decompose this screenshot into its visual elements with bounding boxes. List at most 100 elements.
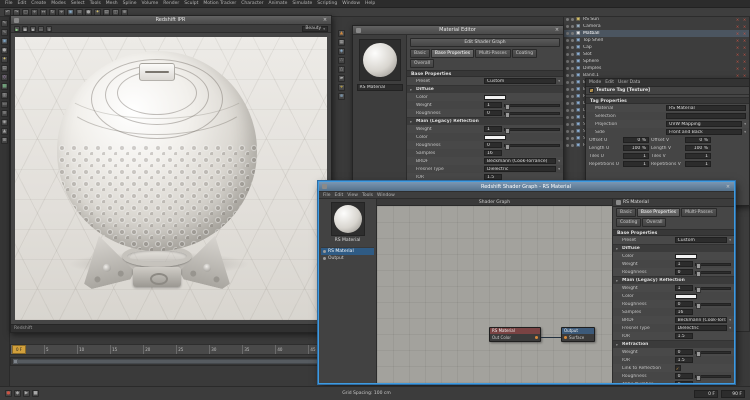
property-row[interactable]: ▾ Fresnel Type Dielectric Dielectric ▾ — [407, 165, 563, 173]
phong-tag-icon[interactable]: × — [742, 66, 747, 71]
value-field[interactable]: 0 — [674, 373, 693, 379]
value-field[interactable]: 1 — [685, 161, 711, 167]
texture-tag-icon[interactable]: × — [735, 31, 740, 36]
slider-track[interactable] — [504, 127, 560, 134]
menu-item[interactable]: User Data — [618, 80, 640, 85]
play-icon[interactable]: ▶ — [23, 390, 30, 397]
editor-visibility-dot[interactable] — [566, 130, 569, 133]
cube-icon[interactable]: ▣ — [1, 38, 8, 45]
character-icon[interactable]: ▲ — [1, 128, 8, 135]
material-editor-titlebar[interactable]: Material Editor × — [353, 26, 563, 35]
close-icon[interactable]: × — [322, 17, 328, 23]
property-row[interactable]: ▾ Abbe Number 0 0 ▾ — [613, 380, 734, 383]
value-field[interactable]: Dielectric — [674, 325, 728, 331]
property-row[interactable]: ▾ Roughness 0 0 ▾ — [407, 109, 563, 118]
slider-track[interactable] — [504, 143, 560, 150]
points-mode-icon[interactable]: ∴ — [338, 57, 345, 64]
value-field[interactable]: Custom — [484, 78, 557, 84]
value-field[interactable]: 1 — [623, 161, 649, 167]
object-row[interactable]: ▣ Sphere × × — [564, 58, 749, 65]
menu-item[interactable]: Animate — [268, 1, 287, 6]
menu-item[interactable]: Create — [31, 1, 46, 6]
menu-item[interactable]: Modes — [51, 1, 66, 6]
property-row[interactable]: ▾ Weight 1 1 ▾ — [407, 101, 563, 110]
menu-item[interactable]: Scripting — [317, 1, 337, 6]
object-row[interactable]: ▣ Dimples × × — [564, 65, 749, 72]
field-icon[interactable]: ▭ — [1, 101, 8, 108]
color-swatch[interactable] — [484, 134, 506, 140]
slider-track[interactable] — [504, 103, 560, 110]
material-preview[interactable] — [330, 202, 365, 236]
property-row[interactable]: ▾ Roughness 0 0 ▾ — [613, 268, 734, 277]
material-tab[interactable]: Overall — [410, 59, 435, 68]
edit-shader-graph-button[interactable]: Edit Shader Graph — [410, 38, 560, 47]
render-canvas[interactable] — [15, 37, 327, 320]
node-list-item[interactable]: RS Material — [321, 248, 374, 255]
property-row[interactable]: ▾ Roughness 0 0 ▾ — [613, 372, 734, 381]
group-expand-icon[interactable]: ▾ — [616, 247, 620, 251]
start-ipr-icon[interactable]: ▶ — [14, 25, 20, 32]
menu-item[interactable]: Tools — [362, 193, 373, 198]
editor-visibility-dot[interactable] — [566, 116, 569, 119]
property-row[interactable]: ▾ Roughness 0 0 ▾ — [613, 300, 734, 309]
object-row[interactable]: ▣ Top Shell × × — [564, 37, 749, 44]
value-field[interactable]: 1.5 — [674, 357, 693, 363]
property-row[interactable]: ▾ Weight 0 0 ▾ — [613, 348, 734, 357]
texture-tag-icon[interactable]: × — [735, 52, 740, 57]
menu-item[interactable]: File — [323, 193, 331, 198]
phong-tag-icon[interactable]: × — [742, 59, 747, 64]
texture-tag-icon[interactable]: × — [735, 45, 740, 50]
node-tab[interactable]: Overall — [642, 218, 667, 227]
render-visibility-dot[interactable] — [571, 67, 574, 70]
pen-icon[interactable]: ✎ — [1, 20, 8, 27]
property-row[interactable]: ▾ Color ▾ — [407, 133, 563, 141]
property-row[interactable]: ▾ Link to Reflection ✓ ✓ ▾ — [613, 364, 734, 372]
editor-visibility-dot[interactable] — [566, 81, 569, 84]
property-row[interactable]: ▾ Color ▾ — [407, 93, 563, 101]
workplane-icon[interactable]: ◈ — [338, 48, 345, 55]
node-rs-material[interactable]: RS Material Out Color — [489, 327, 541, 342]
output-port[interactable] — [535, 336, 538, 339]
editor-visibility-dot[interactable] — [566, 25, 569, 28]
slider-track[interactable] — [694, 262, 731, 269]
render-visibility-dot[interactable] — [571, 123, 574, 126]
value-field[interactable]: 1 — [623, 153, 649, 159]
property-row[interactable]: ▾ Samples 16 16 ▾ — [407, 149, 563, 157]
section-header[interactable]: Base Properties — [407, 70, 563, 77]
object-row[interactable]: ▣ RS Sun × × — [564, 16, 749, 23]
editor-visibility-dot[interactable] — [566, 46, 569, 49]
menu-item[interactable]: File — [5, 1, 13, 6]
value-field[interactable] — [666, 113, 746, 119]
render-visibility-dot[interactable] — [571, 137, 574, 140]
editor-visibility-dot[interactable] — [566, 32, 569, 35]
texture-tag-icon[interactable]: × — [735, 59, 740, 64]
menu-item[interactable]: Motion Tracker — [203, 1, 236, 6]
node-tab[interactable]: Basic — [616, 208, 636, 217]
autokey-icon[interactable]: ● — [5, 390, 12, 397]
render-visibility-dot[interactable] — [571, 53, 574, 56]
slider-track[interactable] — [694, 350, 731, 357]
menu-item[interactable]: Edit — [605, 80, 614, 85]
value-field[interactable]: 16 — [674, 309, 693, 315]
editor-visibility-dot[interactable] — [566, 18, 569, 21]
checkbox[interactable]: ✓ — [674, 365, 681, 371]
editor-visibility-dot[interactable] — [566, 39, 569, 42]
phong-tag-icon[interactable]: × — [742, 38, 747, 43]
material-tab[interactable]: Base Properties — [430, 49, 475, 58]
group-expand-icon[interactable]: ▾ — [410, 120, 414, 124]
phong-tag-icon[interactable]: × — [742, 31, 747, 36]
property-row[interactable]: ▾ Selection ▾ — [586, 112, 749, 120]
light-icon[interactable]: ✦ — [1, 56, 8, 63]
deformer-icon[interactable]: ◇ — [1, 74, 8, 81]
render-view-titlebar[interactable]: Redshift IPR × — [11, 16, 331, 25]
value-field[interactable]: 1 — [674, 285, 693, 291]
section-header[interactable]: Base Properties — [613, 229, 734, 236]
render-visibility-dot[interactable] — [571, 74, 574, 77]
menu-item[interactable]: Spline — [123, 1, 137, 6]
value-field[interactable]: 16 — [484, 150, 502, 156]
material-tab[interactable]: Coating — [511, 49, 538, 58]
phong-tag-icon[interactable]: × — [742, 52, 747, 57]
render-visibility-dot[interactable] — [571, 109, 574, 112]
node-tab[interactable]: Multi-Passes — [681, 208, 717, 217]
material-tab[interactable]: Basic — [410, 49, 430, 58]
